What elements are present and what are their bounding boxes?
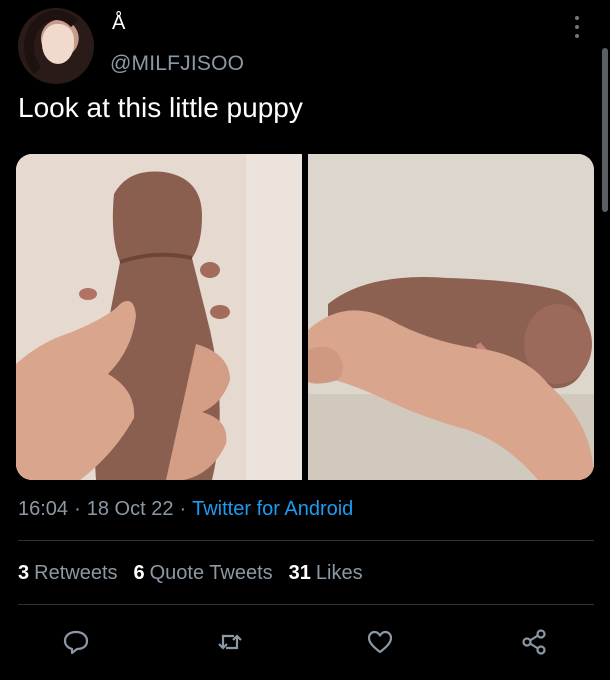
- tweet-text: Look at this little puppy: [18, 92, 303, 123]
- retweets-stat[interactable]: 3 Retweets: [18, 562, 118, 585]
- tweet-date: 18 Oct 22: [86, 498, 174, 520]
- share-icon[interactable]: [520, 628, 548, 656]
- more-options-icon[interactable]: [572, 16, 582, 38]
- scrollbar[interactable]: [602, 48, 608, 212]
- divider: [18, 604, 594, 605]
- tweet-media[interactable]: [16, 154, 594, 480]
- retweets-label: Retweets: [34, 562, 118, 584]
- quotes-count: 6: [133, 562, 145, 584]
- action-bar: [0, 620, 610, 664]
- avatar[interactable]: [18, 8, 94, 84]
- display-name[interactable]: Å: [112, 12, 125, 35]
- avatar-face: [42, 24, 74, 64]
- divider: [18, 540, 594, 541]
- like-icon[interactable]: [366, 628, 394, 656]
- tweet-source-link[interactable]: Twitter for Android: [192, 498, 353, 521]
- retweets-count: 3: [18, 562, 30, 584]
- puppy-sideways-illustration: [308, 154, 594, 480]
- quotes-stat[interactable]: 6 Quote Tweets: [134, 562, 273, 585]
- retweet-icon[interactable]: [216, 628, 244, 656]
- meta-separator: ·: [74, 498, 81, 520]
- likes-count: 31: [288, 562, 311, 584]
- photo-left[interactable]: [16, 154, 302, 480]
- likes-label: Likes: [315, 562, 363, 584]
- user-handle[interactable]: @MILFJISOO: [110, 52, 244, 76]
- reply-icon[interactable]: [62, 628, 90, 656]
- photo-right[interactable]: [308, 154, 594, 480]
- engagement-stats: 3 Retweets 6 Quote Tweets 31 Likes: [18, 562, 363, 585]
- quotes-label: Quote Tweets: [149, 562, 273, 584]
- tweet-meta: 16:04 · 18 Oct 22 · Twitter for Android: [18, 498, 353, 521]
- puppy-upright-illustration: [16, 154, 302, 480]
- tweet-time: 16:04: [18, 498, 69, 520]
- likes-stat[interactable]: 31 Likes: [289, 562, 363, 585]
- meta-separator: ·: [179, 498, 187, 520]
